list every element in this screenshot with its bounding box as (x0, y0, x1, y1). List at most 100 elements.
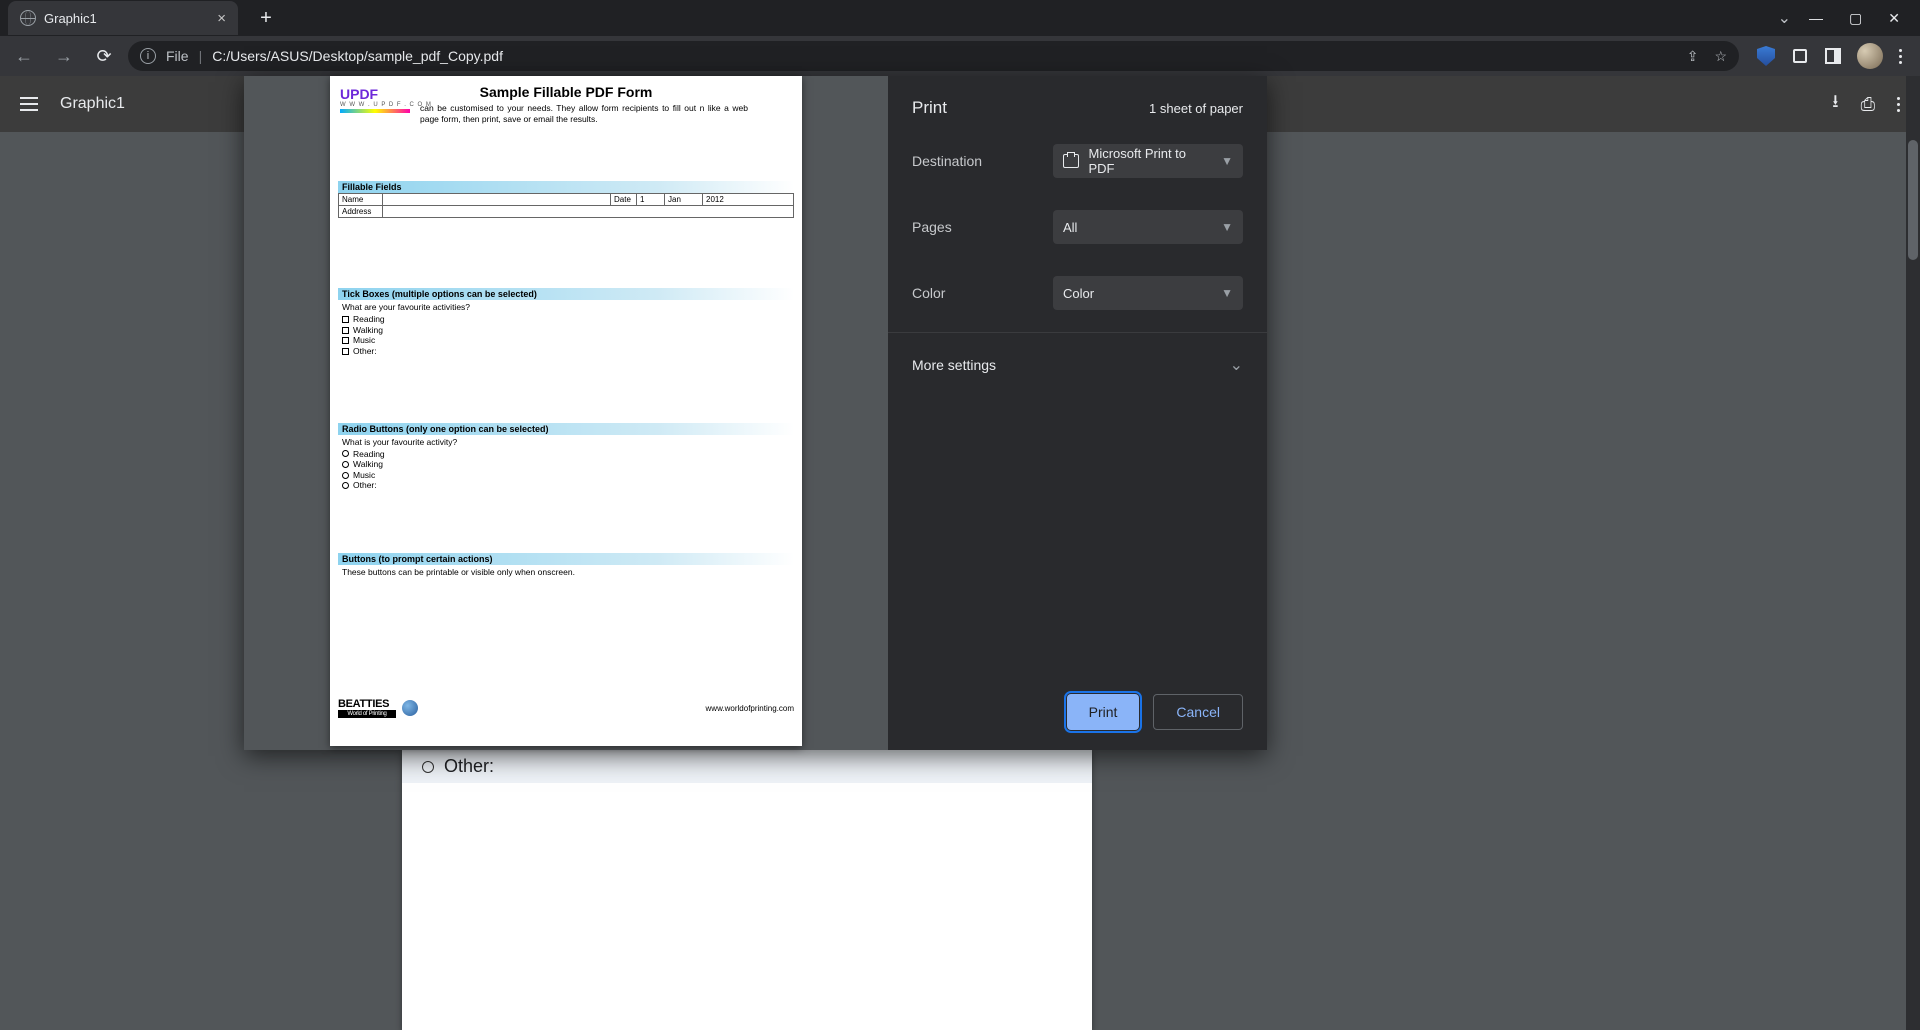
dialog-buttons: Print Cancel (888, 674, 1267, 750)
radio-walking[interactable]: Walking (342, 459, 790, 470)
tick-options: Reading Walking Music Other: (330, 314, 802, 357)
site-info-icon[interactable]: i (140, 48, 156, 64)
underlying-page: Other: (402, 750, 1092, 1030)
checkbox-icon (342, 348, 349, 355)
updf-logo: UPDF W W W . U P D F . C O M (340, 86, 432, 113)
destination-row: Destination Microsoft Print to PDF ▼ (888, 128, 1267, 194)
pdf-title: Graphic1 (60, 95, 125, 113)
destination-label: Destination (912, 153, 982, 169)
address-field[interactable] (383, 205, 793, 217)
printer-icon (1063, 154, 1079, 168)
new-tab-button[interactable]: + (252, 4, 280, 32)
share-icon[interactable]: ⇪ (1687, 48, 1699, 65)
sidepanel-icon[interactable] (1825, 48, 1841, 64)
print-icon[interactable]: ⎙ (1861, 94, 1875, 115)
radio-reading[interactable]: Reading (342, 449, 790, 460)
titlebar: Graphic1 × + ⌄ — ▢ ✕ (0, 0, 1920, 36)
sheet-count: 1 sheet of paper (1149, 101, 1243, 116)
url-path: C:/Users/ASUS/Desktop/sample_pdf_Copy.pd… (212, 48, 503, 64)
chevron-down-icon: ⌄ (1230, 355, 1243, 375)
page-scrollbar[interactable] (1906, 76, 1920, 1030)
pages-label: Pages (912, 219, 952, 235)
radio-icon (342, 482, 349, 489)
radio-music[interactable]: Music (342, 470, 790, 481)
pages-value: All (1063, 220, 1077, 235)
color-value: Color (1063, 286, 1094, 301)
checkbox-icon (342, 327, 349, 334)
maximize-button[interactable]: ▢ (1849, 10, 1862, 27)
checkbox-other[interactable]: Other: (342, 346, 790, 357)
browser-menu-icon[interactable] (1899, 49, 1902, 64)
print-heading: Print (912, 98, 947, 118)
download-icon[interactable]: ⭳ (1832, 89, 1838, 119)
cancel-button[interactable]: Cancel (1153, 694, 1243, 730)
file-scheme-label: File (166, 48, 189, 64)
checkbox-icon (342, 316, 349, 323)
reload-button[interactable]: ⟳ (88, 40, 120, 72)
beatties-logo: BEATTIES World of Printing (338, 698, 396, 718)
date-day[interactable]: 1 (637, 194, 665, 205)
browser-tab[interactable]: Graphic1 × (8, 1, 238, 35)
tick-question: What are your favourite activities? (330, 300, 802, 314)
tabs-dropdown-icon[interactable]: ⌄ (1778, 8, 1791, 28)
section-radio-header: Radio Buttons (only one option can be se… (338, 423, 794, 435)
print-settings-pane: Print 1 sheet of paper Destination Micro… (888, 76, 1267, 750)
date-month[interactable]: Jan (665, 194, 703, 205)
date-year[interactable]: 2012 (703, 194, 793, 205)
checkbox-walking[interactable]: Walking (342, 325, 790, 336)
checkbox-music[interactable]: Music (342, 335, 790, 346)
radio-options: Reading Walking Music Other: (330, 449, 802, 492)
radio-label: Other: (444, 756, 494, 777)
section-buttons-header: Buttons (to prompt certain actions) (338, 553, 794, 565)
radio-icon (342, 472, 349, 479)
footer-url: www.worldofprinting.com (706, 704, 794, 713)
radio-other[interactable]: Other: (342, 480, 790, 491)
fillable-table: Name Date 1 Jan 2012 Address (338, 193, 794, 218)
radio-option-other[interactable]: Other: (402, 750, 1092, 783)
radio-icon (342, 461, 349, 468)
name-field[interactable] (383, 194, 611, 205)
destination-select[interactable]: Microsoft Print to PDF ▼ (1053, 144, 1243, 178)
globe-icon (20, 10, 36, 26)
section-fillable-header: Fillable Fields (338, 181, 794, 193)
color-label: Color (912, 285, 945, 301)
destination-value: Microsoft Print to PDF (1089, 146, 1212, 176)
checkbox-reading[interactable]: Reading (342, 314, 790, 325)
bookmark-icon[interactable]: ☆ (1714, 48, 1727, 65)
color-row: Color Color ▼ (888, 260, 1267, 326)
tab-title: Graphic1 (44, 11, 209, 26)
print-preview-pane: UPDF W W W . U P D F . C O M Sample Fill… (244, 76, 888, 750)
close-tab-icon[interactable]: × (217, 10, 226, 27)
shield-icon[interactable] (1757, 46, 1775, 66)
more-settings-toggle[interactable]: More settings ⌄ (888, 332, 1267, 397)
profile-avatar[interactable] (1857, 43, 1883, 69)
print-button[interactable]: Print (1067, 694, 1140, 730)
page-area: Graphic1 ⭳ ⎙ Other: UPDF W W W . U P D F… (0, 76, 1920, 1030)
address-bar[interactable]: i File | C:/Users/ASUS/Desktop/sample_pd… (128, 41, 1739, 71)
chevron-down-icon: ▼ (1221, 286, 1233, 300)
radio-icon (342, 450, 349, 457)
name-label: Name (339, 194, 383, 205)
minimize-button[interactable]: — (1809, 10, 1823, 26)
close-window-button[interactable]: ✕ (1888, 10, 1900, 27)
address-label: Address (339, 205, 383, 217)
pages-select[interactable]: All ▼ (1053, 210, 1243, 244)
extensions-icon[interactable] (1791, 47, 1809, 65)
section-tick-header: Tick Boxes (multiple options can be sele… (338, 288, 794, 300)
pdf-menu-icon[interactable] (20, 97, 38, 111)
chevron-down-icon: ▼ (1221, 220, 1233, 234)
back-button[interactable]: ← (8, 40, 40, 72)
date-label: Date (611, 194, 637, 205)
globe-logo-icon (402, 700, 418, 716)
print-dialog: UPDF W W W . U P D F . C O M Sample Fill… (244, 76, 1267, 750)
checkbox-icon (342, 337, 349, 344)
preview-sheet: UPDF W W W . U P D F . C O M Sample Fill… (330, 76, 802, 746)
pdf-more-icon[interactable] (1897, 97, 1900, 112)
buttons-note: These buttons can be printable or visibl… (330, 565, 802, 579)
radio-icon (422, 761, 434, 773)
address-row: ← → ⟳ i File | C:/Users/ASUS/Desktop/sam… (0, 36, 1920, 76)
forward-button[interactable]: → (48, 40, 80, 72)
pages-row: Pages All ▼ (888, 194, 1267, 260)
preview-footer: BEATTIES World of Printing www.worldofpr… (338, 698, 794, 718)
color-select[interactable]: Color ▼ (1053, 276, 1243, 310)
